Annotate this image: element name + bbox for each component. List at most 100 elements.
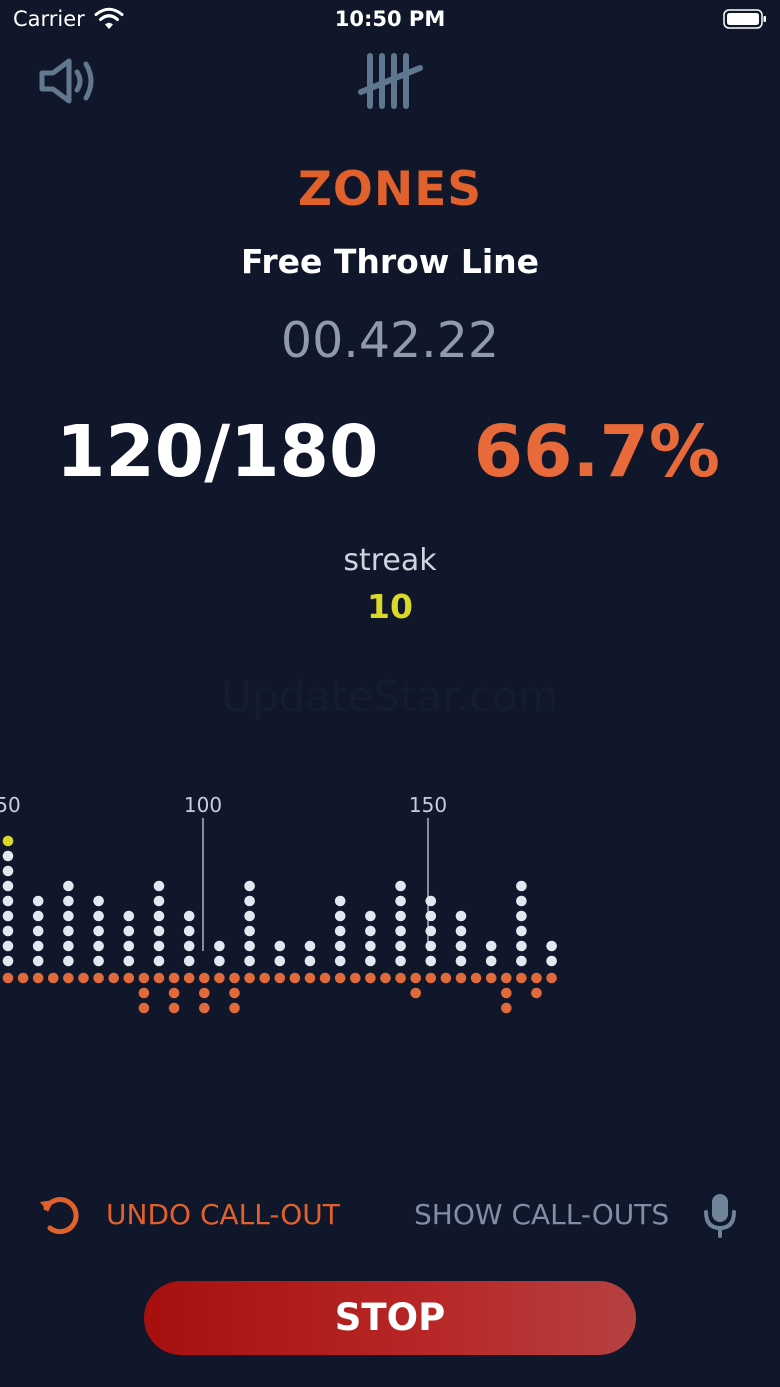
- made-shot-dot: [183, 955, 195, 967]
- made-shot-dot: [93, 925, 104, 937]
- made-shot-dot: [153, 880, 165, 892]
- made-shot-dot: [274, 955, 286, 967]
- made-shot-dot: [123, 955, 135, 967]
- streak-value: 10: [367, 587, 413, 626]
- made-shot-dot: [63, 910, 74, 922]
- made-shot-dot: [304, 955, 316, 967]
- shot-history-chart[interactable]: 50 100 150: [0, 780, 780, 1040]
- missed-shot-dot: [78, 972, 89, 984]
- made-shot-dot: [214, 940, 225, 952]
- missed-shot-dot: [244, 972, 255, 984]
- made-shot-dot: [304, 940, 316, 952]
- missed-shot-dot: [229, 1002, 240, 1014]
- made-shot-dot: [244, 955, 255, 967]
- made-shot-dot: [93, 940, 104, 952]
- missed-shot-dot: [410, 972, 422, 984]
- highlighted-shot-dot: [2, 835, 14, 847]
- clock: 10:50 PM: [334, 7, 446, 31]
- missed-shot-dot: [365, 972, 376, 984]
- missed-shot-dot: [199, 1002, 210, 1014]
- made-shot-dot: [485, 940, 497, 952]
- made-shot-dot: [2, 940, 14, 952]
- show-callouts-button[interactable]: SHOW CALL-OUTS: [414, 1188, 744, 1240]
- session-timer: 00.42.22: [280, 312, 500, 369]
- made-shot-dot: [244, 925, 255, 937]
- made-shot-dot: [93, 910, 104, 922]
- missed-shot-dot: [259, 972, 271, 984]
- made-shot-dot: [214, 955, 225, 967]
- made-shot-dot: [32, 910, 44, 922]
- made-shot-dot: [516, 940, 527, 952]
- undo-callout-label: UNDO CALL-OUT: [106, 1198, 340, 1231]
- made-shot-dot: [183, 940, 195, 952]
- missed-shot-dot: [138, 987, 150, 999]
- made-shot-dot: [63, 940, 74, 952]
- missed-shot-dot: [138, 972, 150, 984]
- made-shot-dot: [244, 895, 255, 907]
- made-shot-dot: [153, 895, 165, 907]
- made-shot-dot: [395, 955, 406, 967]
- made-shot-dot: [365, 940, 376, 952]
- missed-shot-dot: [17, 972, 29, 984]
- missed-shot-dot: [123, 972, 135, 984]
- missed-shot-dot: [531, 972, 542, 984]
- tick-label: 100: [184, 793, 222, 817]
- missed-shot-dot: [93, 972, 104, 984]
- made-shot-dot: [546, 940, 557, 952]
- missed-shot-dot: [108, 972, 119, 984]
- missed-shot-dot: [153, 972, 165, 984]
- made-shot-dot: [123, 925, 135, 937]
- made-shot-dot: [2, 910, 14, 922]
- made-shot-dot: [32, 895, 44, 907]
- undo-callout-button[interactable]: UNDO CALL-OUT: [36, 1188, 366, 1240]
- missed-shot-dot: [501, 987, 512, 999]
- made-shot-dot: [63, 925, 74, 937]
- made-shot-dot: [395, 880, 406, 892]
- missed-shot-dot: [63, 972, 74, 984]
- missed-shot-dot: [214, 972, 225, 984]
- made-shot-dot: [153, 925, 165, 937]
- missed-shot-dot: [274, 972, 286, 984]
- missed-shot-dot: [168, 972, 180, 984]
- missed-shot-dot: [304, 972, 316, 984]
- score-count: 120/180: [56, 410, 379, 493]
- streak-label: streak: [343, 543, 437, 578]
- made-shot-dot: [183, 925, 195, 937]
- made-shot-dot: [63, 880, 74, 892]
- missed-shot-dot: [289, 972, 301, 984]
- made-shot-dot: [425, 895, 437, 907]
- microphone-icon: [704, 1194, 736, 1238]
- missed-shot-dot: [229, 972, 240, 984]
- made-shot-dot: [93, 955, 104, 967]
- made-shot-dot: [2, 955, 14, 967]
- tally-icon[interactable]: [356, 50, 426, 112]
- made-shot-dot: [183, 910, 195, 922]
- made-shot-dot: [516, 910, 527, 922]
- missed-shot-dot: [183, 972, 195, 984]
- stop-button[interactable]: STOP: [144, 1281, 636, 1355]
- missed-shot-dot: [350, 972, 361, 984]
- missed-shot-dot: [138, 1002, 150, 1014]
- made-shot-dot: [153, 955, 165, 967]
- made-shot-dot: [2, 850, 14, 862]
- battery-icon: [723, 9, 766, 29]
- missed-shot-dot: [380, 972, 391, 984]
- made-shot-dot: [2, 880, 14, 892]
- made-shot-dot: [63, 895, 74, 907]
- made-shot-dot: [516, 880, 527, 892]
- made-shot-dot: [2, 925, 14, 937]
- missed-shot-dot: [32, 972, 44, 984]
- undo-icon: [40, 1197, 79, 1235]
- made-shot-dot: [63, 955, 74, 967]
- status-bar: Carrier 10:50 PM: [0, 0, 780, 40]
- missed-shot-dot: [168, 1002, 180, 1014]
- missed-shot-dot: [546, 972, 557, 984]
- made-shot-dot: [516, 925, 527, 937]
- made-shot-dot: [32, 955, 44, 967]
- speaker-icon[interactable]: [36, 56, 102, 106]
- made-shot-dot: [455, 925, 467, 937]
- made-shot-dot: [365, 910, 376, 922]
- made-shot-dot: [455, 940, 467, 952]
- missed-shot-dot: [501, 1002, 512, 1014]
- made-shot-dot: [395, 910, 406, 922]
